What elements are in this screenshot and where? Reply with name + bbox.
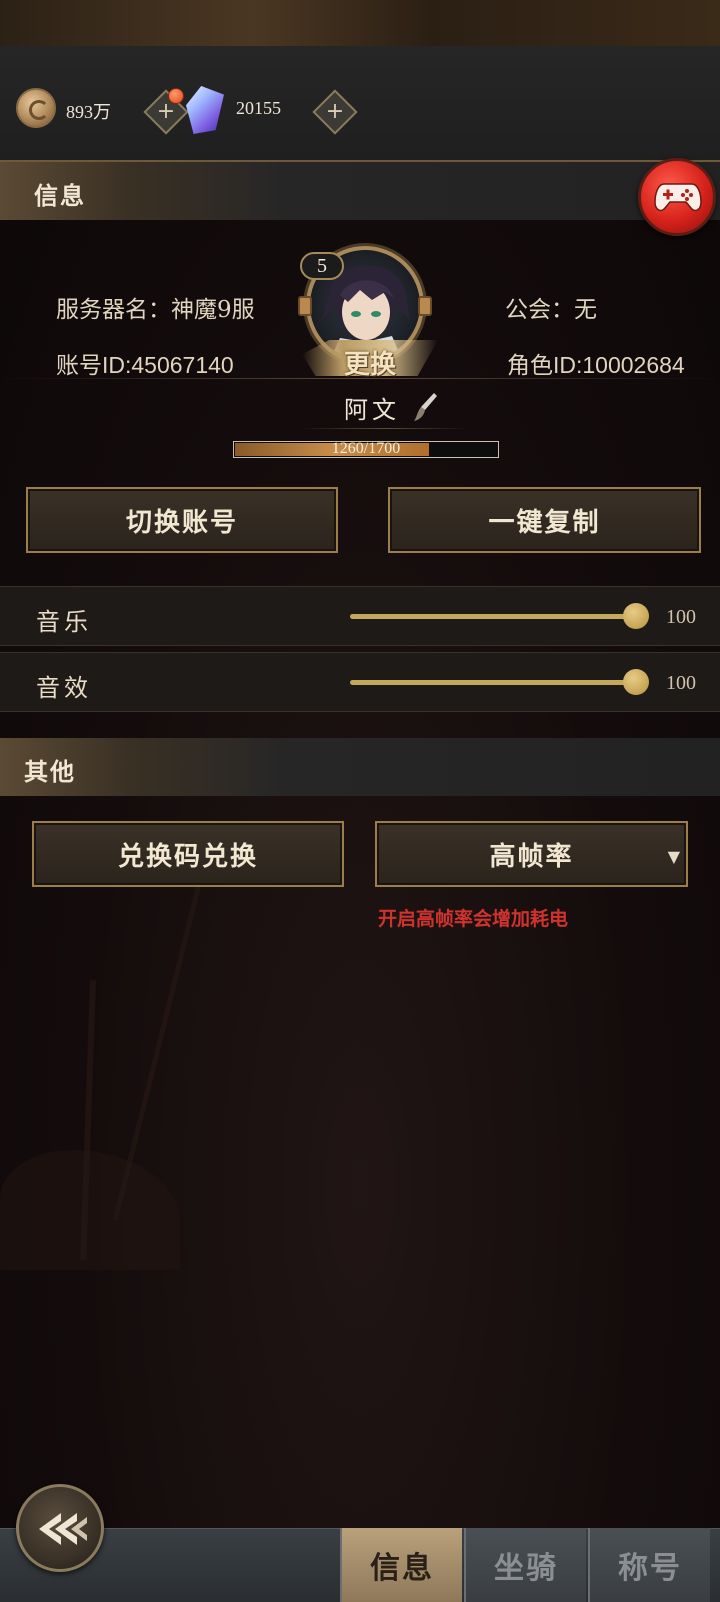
info-section-header bbox=[0, 162, 720, 220]
redeem-code-button[interactable]: 兑换码兑换 bbox=[32, 821, 344, 887]
coin-amount: 893万 bbox=[66, 102, 111, 122]
coin-icon bbox=[16, 88, 56, 128]
sfx-value: 100 bbox=[666, 672, 696, 694]
avatar-frame-knob-left bbox=[298, 296, 312, 316]
player-name: 阿文 bbox=[344, 396, 400, 424]
top-banner-art bbox=[0, 0, 720, 46]
copy-all-label: 一键复制 bbox=[488, 507, 601, 538]
tab-title[interactable]: 称号 bbox=[588, 1528, 710, 1602]
other-section-header bbox=[0, 738, 720, 796]
switch-account-button[interactable]: 切换账号 bbox=[26, 487, 338, 553]
redeem-code-label: 兑换码兑换 bbox=[117, 841, 258, 872]
chevron-down-icon: ▼ bbox=[667, 847, 680, 866]
plus-icon: + bbox=[325, 99, 345, 124]
server-name: 服务器名：神魔9服 bbox=[56, 297, 255, 323]
change-avatar-label[interactable]: 更换 bbox=[330, 344, 410, 381]
framerate-select-value: 高帧率 bbox=[489, 841, 574, 872]
sfx-label: 音效 bbox=[36, 674, 92, 702]
plus-icon: + bbox=[156, 99, 176, 124]
music-label: 音乐 bbox=[36, 608, 92, 636]
brush-icon[interactable] bbox=[412, 392, 438, 422]
account-id[interactable]: 账号ID:45067140 bbox=[56, 346, 234, 380]
tab-mount-label: 坐骑 bbox=[494, 1551, 558, 1586]
back-button[interactable] bbox=[16, 1484, 104, 1572]
role-id[interactable]: 角色ID:10002684 bbox=[507, 346, 685, 380]
guild-name: 公会：无 bbox=[505, 297, 597, 323]
framerate-warning: 开启高帧率会增加耗电 bbox=[378, 908, 569, 930]
other-section-title: 其他 bbox=[24, 757, 76, 786]
switch-account-label: 切换账号 bbox=[125, 507, 238, 538]
avatar-frame-knob-right bbox=[418, 296, 432, 316]
music-value: 100 bbox=[666, 606, 696, 628]
gamepad-icon bbox=[654, 183, 702, 212]
tab-info[interactable]: 信息 bbox=[340, 1528, 462, 1602]
tab-mount[interactable]: 坐骑 bbox=[464, 1528, 586, 1602]
name-underline bbox=[300, 428, 470, 429]
level-badge: 5 bbox=[300, 252, 344, 280]
copy-all-button[interactable]: 一键复制 bbox=[388, 487, 701, 553]
music-slider[interactable] bbox=[350, 614, 636, 619]
sfx-slider[interactable] bbox=[350, 680, 636, 685]
framerate-select[interactable]: 高帧率 ▼ bbox=[375, 821, 688, 887]
back-arrow-icon bbox=[39, 1513, 87, 1545]
tab-info-label: 信息 bbox=[370, 1551, 434, 1586]
music-slider-handle[interactable] bbox=[623, 603, 649, 629]
info-section-title: 信息 bbox=[34, 181, 86, 210]
exp-text: 1260/1700 bbox=[331, 440, 401, 457]
notification-dot bbox=[168, 88, 184, 104]
gamepad-button[interactable] bbox=[638, 158, 716, 236]
tab-title-label: 称号 bbox=[618, 1551, 682, 1586]
sfx-slider-handle[interactable] bbox=[623, 669, 649, 695]
gem-amount: 20155 bbox=[236, 98, 281, 118]
